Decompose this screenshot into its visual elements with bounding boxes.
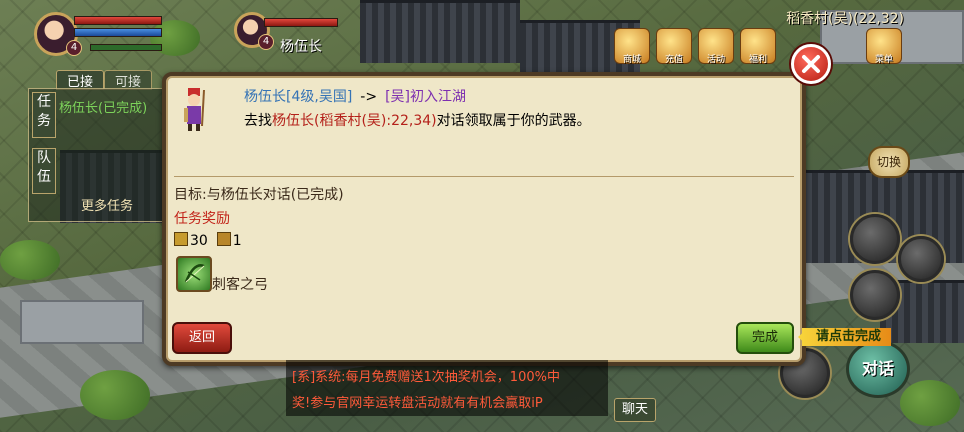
reward-exp: 30	[190, 233, 208, 249]
welfare-icon[interactable]: 福利	[740, 28, 776, 65]
quest-arrow: ->	[360, 89, 378, 105]
event-icon[interactable]: 活动	[698, 28, 734, 65]
side-tab-team[interactable]: 队伍	[32, 148, 56, 194]
skill-button[interactable]	[850, 214, 900, 264]
tab-available-quests[interactable]: 可接	[104, 70, 152, 90]
player-exp-bar	[90, 44, 162, 51]
target-npc-name: 杨伍长	[280, 39, 322, 55]
quest-name: [吴]初入江湖	[385, 89, 467, 105]
complete-button[interactable]: 完成	[736, 322, 794, 354]
player-mp-bar	[74, 28, 162, 37]
bush	[0, 240, 60, 280]
dialog-header: 杨伍长[4级,吴国] -> [吴]初入江湖 去找杨伍长(稻香村(吴):22,34)对…	[174, 80, 794, 177]
reward-title: 任务奖励	[174, 211, 230, 227]
quest-goal: 目标:与杨伍长对话(已完成)	[174, 187, 344, 203]
system-chat[interactable]: [系]系统:每月免费赠送1次抽奖机会，100%中 奖!参与官网幸运转盘活动就有有…	[286, 360, 608, 416]
quest-target-link[interactable]: 杨伍长(稻香村(吴):22,34)	[272, 113, 437, 129]
bow-item-icon[interactable]	[176, 256, 212, 292]
quest-dialog: 杨伍长[4级,吴国] -> [吴]初入江湖 去找杨伍长(稻香村(吴):22,34)对…	[162, 72, 806, 366]
tab-accepted-quests[interactable]: 已接	[56, 70, 104, 90]
location-coords: 稻香村(吴)(22,32)	[786, 11, 904, 27]
close-icon	[802, 55, 820, 73]
reward-values: 30 1	[174, 232, 242, 249]
target-hp-bar	[264, 18, 338, 27]
chat-button[interactable]: 聊天	[614, 398, 656, 422]
tracked-quest[interactable]: 杨伍长(已完成)	[59, 97, 147, 116]
talk-button[interactable]: 对话	[846, 340, 910, 398]
target-level-badge: 4	[258, 34, 274, 50]
reward-item-name: 刺客之弓	[212, 277, 268, 293]
chat-line: 奖!参与官网幸运转盘活动就有有机会赢取iP	[292, 396, 543, 411]
reward-coin: 1	[232, 233, 242, 249]
menu-icon[interactable]: 菜单	[866, 28, 902, 65]
complete-hint: 请点击完成	[802, 328, 892, 346]
switch-target-button[interactable]: 切换	[868, 146, 910, 178]
building-roof	[360, 0, 520, 63]
more-tasks-link[interactable]: 更多任务	[81, 195, 133, 214]
bush	[80, 370, 150, 420]
npc-portrait-icon	[184, 88, 205, 131]
chat-line: [系]系统:每月免费赠送1次抽奖机会，100%中	[292, 370, 560, 385]
quest-npc-name: 杨伍长[4级,吴国]	[244, 89, 353, 105]
quest-title-line: 杨伍长[4级,吴国] -> [吴]初入江湖	[244, 86, 466, 106]
back-button[interactable]: 返回	[172, 322, 232, 354]
item-bottle-button[interactable]	[850, 270, 900, 320]
player-hp-bar	[74, 16, 162, 25]
courtyard-wall	[20, 300, 144, 344]
quest-description: 去找杨伍长(稻香村(吴):22,34)对话领取属于你的武器。	[244, 113, 591, 129]
shop-icon[interactable]: 商城	[614, 28, 650, 65]
bush	[900, 380, 960, 426]
exp-icon	[174, 232, 188, 246]
player-level-badge: 4	[66, 40, 82, 56]
skill-button[interactable]	[898, 236, 944, 282]
coin-icon	[216, 232, 231, 246]
close-button[interactable]	[791, 44, 831, 84]
recharge-icon[interactable]: 充值	[656, 28, 692, 65]
side-tab-quest[interactable]: 任务	[32, 92, 56, 138]
